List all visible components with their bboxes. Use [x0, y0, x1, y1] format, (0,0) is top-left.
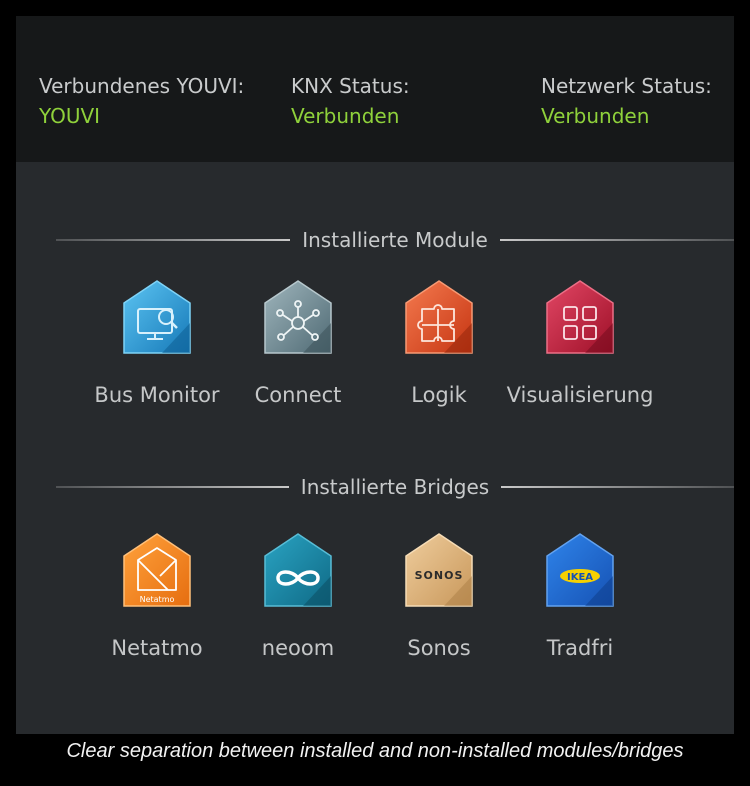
status-bar: Verbundenes YOUVI: YOUVI KNX Status: Ver…	[16, 16, 734, 162]
bridge-name: Sonos	[407, 636, 471, 660]
section-title: Installierte Bridges	[300, 475, 490, 499]
divider-line	[499, 239, 734, 241]
status-label: KNX Status:	[291, 74, 410, 98]
module-visualisierung[interactable]: Visualisierung	[505, 279, 655, 407]
module-connect[interactable]: Connect	[223, 279, 373, 407]
divider-line	[56, 486, 289, 488]
network-nodes-icon	[264, 280, 332, 354]
divider-line	[501, 486, 735, 488]
bridges-section-header: Installierte Bridges	[56, 472, 735, 502]
neoom-logo-icon	[264, 533, 332, 607]
bridge-name: Netatmo	[111, 636, 203, 660]
divider-line	[56, 239, 291, 241]
status-youvi: Verbundenes YOUVI: YOUVI	[39, 74, 244, 128]
module-name: Logik	[411, 383, 467, 407]
bridge-sonos[interactable]: SONOS Sonos	[364, 532, 514, 660]
netatmo-logo-text: Netatmo	[140, 595, 175, 604]
monitor-magnifier-icon	[123, 280, 191, 354]
sonos-logo-icon: SONOS	[405, 533, 473, 607]
status-label: Verbundenes YOUVI:	[39, 74, 245, 98]
sonos-logo-text: SONOS	[415, 569, 464, 582]
module-name: Connect	[254, 383, 342, 407]
bridge-name: Tradfri	[546, 636, 614, 660]
module-name: Bus Monitor	[94, 383, 220, 407]
ikea-logo-icon: IKEA	[546, 533, 614, 607]
status-value: YOUVI	[39, 104, 101, 128]
app-window: Verbundenes YOUVI: YOUVI KNX Status: Ver…	[16, 16, 735, 734]
puzzle-icon	[405, 280, 473, 354]
netatmo-logo-icon: Netatmo	[123, 533, 191, 607]
section-title: Installierte Module	[302, 228, 488, 252]
grid-tiles-icon	[546, 280, 614, 354]
module-logik[interactable]: Logik	[364, 279, 514, 407]
ikea-logo-text: IKEA	[567, 572, 593, 583]
module-name: Visualisierung	[506, 383, 654, 407]
bridge-neoom[interactable]: neoom	[223, 532, 373, 660]
status-knx: KNX Status: Verbunden	[291, 74, 410, 128]
status-network: Netzwerk Status: Verbunden	[541, 74, 712, 128]
status-label: Netzwerk Status:	[541, 74, 712, 98]
bridge-tradfri[interactable]: IKEA Tradfri	[505, 532, 655, 660]
module-bus-monitor[interactable]: Bus Monitor	[82, 279, 232, 407]
status-value: Verbunden	[291, 104, 400, 128]
modules-section-header: Installierte Module	[56, 225, 734, 255]
image-caption: Clear separation between installed and n…	[66, 740, 684, 762]
bridge-netatmo[interactable]: Netatmo Netatmo	[82, 532, 232, 660]
content-panel: Installierte Module Bus Monitor Connect …	[16, 162, 735, 734]
bridge-name: neoom	[261, 636, 335, 660]
status-value: Verbunden	[541, 104, 650, 128]
